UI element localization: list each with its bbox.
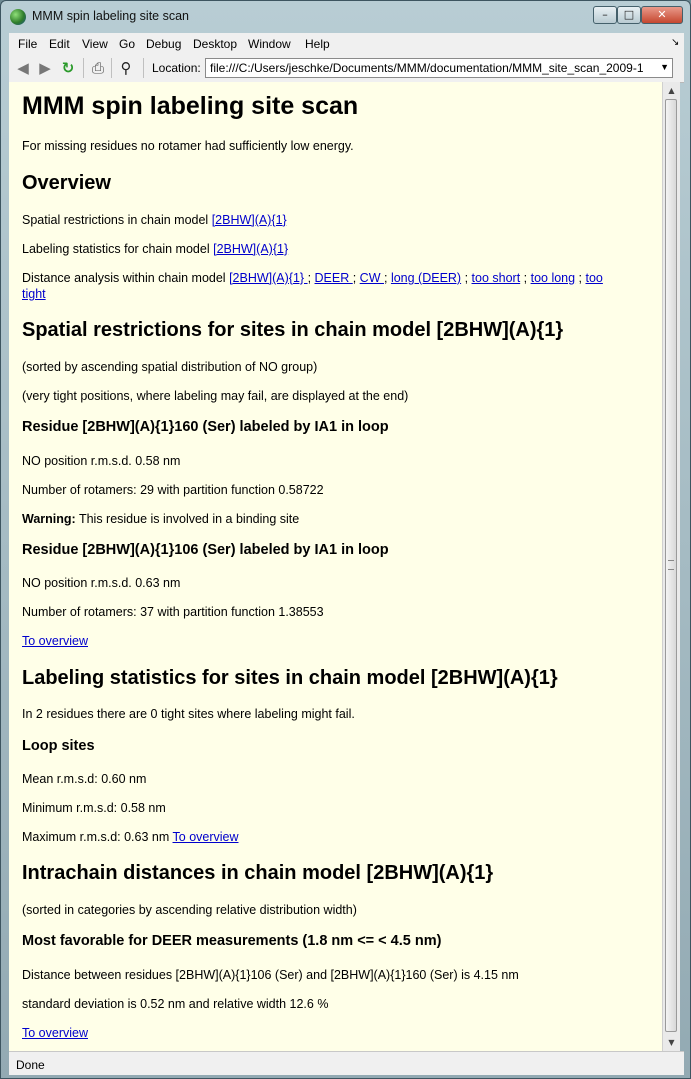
overview-line-distance-wrap: tight [22,287,46,301]
to-overview-link-2[interactable]: To overview [173,830,239,844]
print-icon[interactable]: ⎙ [89,59,107,77]
intrachain-distances-heading: Intrachain distances in chain model [2BH… [22,862,494,884]
tight-sites-text: In 2 residues there are 0 tight sites wh… [22,707,355,721]
deer-heading: Most favorable for DEER measurements (1.… [22,933,442,949]
tight-note: (very tight positions, where labeling ma… [22,389,409,403]
menu-desktop[interactable]: Desktop [193,37,237,51]
residue-106-heading: Residue [2BHW](A){1}106 (Ser) labeled by… [22,542,389,558]
labeling-statistics-heading: Labeling statistics for sites in chain m… [22,667,558,689]
link-too-tight[interactable]: too [586,271,603,285]
reload-icon[interactable]: ↻ [59,59,77,77]
toolbar-separator [111,58,112,78]
residue-106-rmsd: NO position r.m.s.d. 0.63 nm [22,576,181,590]
navigation-toolbar: ◀ ▶ ↻ ⎙ ⚲ Location: file:///C:/Users/jes… [9,54,684,83]
menu-window[interactable]: Window [248,37,291,51]
forward-icon[interactable]: ▶ [36,59,54,77]
menu-overflow-icon[interactable]: ↘ [671,37,679,48]
overview-heading: Overview [22,172,111,194]
residue-106-rotamers: Number of rotamers: 37 with partition fu… [22,605,324,619]
link-long-deer[interactable]: long (DEER) [391,271,461,285]
link-too-short[interactable]: too short [472,271,521,285]
menu-help[interactable]: Help [305,37,330,51]
dropdown-arrow-icon[interactable]: ▼ [660,62,669,72]
std-text: standard deviation is 0.52 nm and relati… [22,997,329,1011]
distance-sort-note: (sorted in categories by ascending relat… [22,903,357,917]
link-too-tight-wrap[interactable]: tight [22,287,46,301]
close-button[interactable]: ✕ [641,6,683,24]
browser-window: MMM spin labeling site scan – □ ✕ File E… [0,0,691,1079]
link-labeling-statistics[interactable]: [2BHW](A){1} [213,242,288,256]
status-text: Done [16,1058,45,1072]
location-url: file:///C:/Users/jeschke/Documents/MMM/d… [210,61,644,75]
binoculars-icon[interactable]: ⚲ [117,59,135,77]
menu-go[interactable]: Go [119,37,135,51]
back-icon[interactable]: ◀ [14,59,32,77]
intro-text: For missing residues no rotamer had suff… [22,139,354,153]
link-cw[interactable]: CW [360,271,384,285]
menu-edit[interactable]: Edit [49,37,70,51]
link-deer[interactable]: DEER [315,271,353,285]
mean-rmsd: Mean r.m.s.d: 0.60 nm [22,772,147,786]
residue-160-warning: Warning: This residue is involved in a b… [22,512,300,526]
status-bar: Done [9,1051,684,1075]
location-label: Location: [152,61,201,75]
menu-debug[interactable]: Debug [146,37,181,51]
overview-line-distance: Distance analysis within chain model [2B… [22,271,603,285]
scrollbar-thumb[interactable] [665,99,677,1032]
minimum-rmsd: Minimum r.m.s.d: 0.58 nm [22,801,166,815]
title-bar[interactable]: MMM spin labeling site scan – □ ✕ [1,1,690,33]
globe-icon [10,9,26,25]
window-title: MMM spin labeling site scan [32,9,190,23]
distance-text: Distance between residues [2BHW](A){1}10… [22,968,519,982]
scroll-up-icon[interactable]: ▲ [663,82,680,99]
residue-160-rmsd: NO position r.m.s.d. 0.58 nm [22,454,181,468]
location-input[interactable]: file:///C:/Users/jeschke/Documents/MMM/d… [205,58,673,78]
vertical-scrollbar[interactable]: ▲ ▼ [662,82,680,1051]
page-title: MMM spin labeling site scan [22,92,359,120]
maximize-button[interactable]: □ [617,6,641,24]
overview-line-spatial: Spatial restrictions in chain model [2BH… [22,213,287,227]
link-too-long[interactable]: too long [531,271,575,285]
toolbar-separator [83,58,84,78]
menu-bar: File Edit View Go Debug Desktop Window H… [9,33,684,55]
maximum-rmsd: Maximum r.m.s.d: 0.63 nm To overview [22,830,239,844]
toolbar-separator [143,58,144,78]
menu-view[interactable]: View [82,37,108,51]
to-overview-link-3: To overview [22,1026,88,1040]
to-overview-link-1: To overview [22,634,88,648]
residue-160-heading: Residue [2BHW](A){1}160 (Ser) labeled by… [22,419,389,435]
residue-160-rotamers: Number of rotamers: 29 with partition fu… [22,483,324,497]
link-distance-chain[interactable]: [2BHW](A){1} [229,271,308,285]
overview-line-labeling: Labeling statistics for chain model [2BH… [22,242,289,256]
scrollbar-grip-icon [668,560,674,570]
menu-file[interactable]: File [18,37,37,51]
scroll-down-icon[interactable]: ▼ [663,1034,680,1051]
loop-sites-heading: Loop sites [22,738,95,754]
spatial-restrictions-heading: Spatial restrictions for sites in chain … [22,319,564,341]
minimize-button[interactable]: – [593,6,617,24]
link-spatial-restrictions[interactable]: [2BHW](A){1} [212,213,287,227]
page-content: MMM spin labeling site scan For missing … [9,82,662,1051]
sort-note: (sorted by ascending spatial distributio… [22,360,318,374]
